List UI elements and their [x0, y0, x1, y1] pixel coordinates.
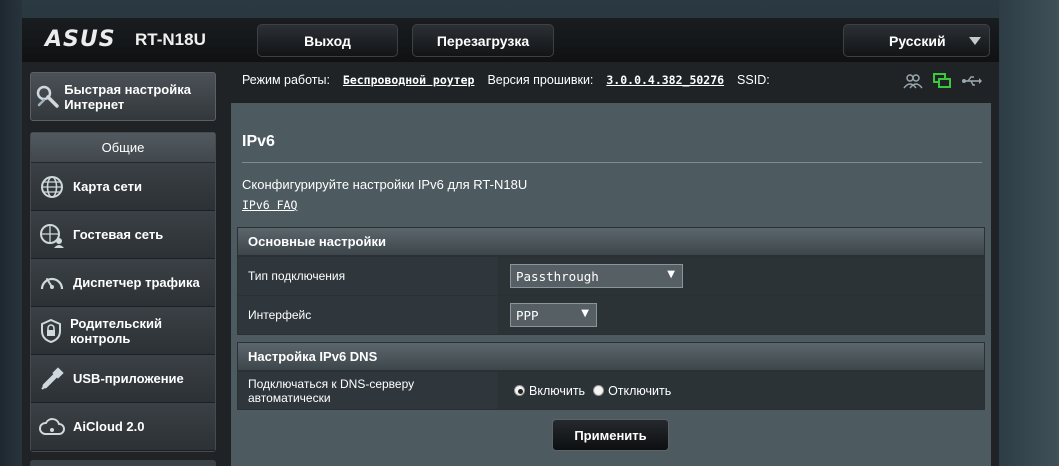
sidebar-item-parental-control[interactable]: Родительский контроль [31, 307, 215, 355]
section-header: Основные настройки [238, 228, 984, 256]
dropdown-arrow-icon: ▼ [581, 308, 589, 319]
interface-select[interactable]: PPP ▼ [510, 303, 597, 327]
dns-enable-label: Включить [529, 383, 586, 398]
sidebar-item-label: USB-приложение [73, 371, 184, 386]
sidebar-item-label: AiCloud 2.0 [73, 419, 145, 434]
language-select[interactable]: Русский [843, 24, 990, 57]
status-icons [903, 72, 983, 95]
interface-row: Интерфейс PPP ▼ [238, 295, 984, 334]
clients-icon[interactable] [903, 72, 923, 95]
sidebar-item-label: Гостевая сеть [73, 227, 164, 242]
ssid-label: SSID: [737, 73, 770, 87]
connection-type-value: Passthrough [516, 268, 599, 284]
dns-auto-row: Подключаться к DNS-серверу автоматически… [238, 371, 984, 409]
mode-label: Режим работы: [242, 73, 330, 87]
connection-type-select[interactable]: Passthrough ▼ [510, 264, 683, 288]
title-divider [242, 162, 982, 163]
page-description: Сконфигурируйте настройки IPv6 для RT-N1… [242, 177, 528, 192]
guest-network-icon [31, 222, 73, 248]
model-name: RT-N18U [135, 30, 206, 49]
sidebar-item-label: Карта сети [73, 179, 142, 194]
quick-setup-button[interactable]: Быстрая настройка Интернет [30, 72, 216, 121]
dns-settings-section: Настройка IPv6 DNS Подключаться к DNS-се… [237, 342, 985, 410]
apply-button[interactable]: Применить [552, 419, 669, 451]
basic-settings-section: Основные настройки Тип подключения Passt… [237, 227, 985, 335]
sidebar-item-traffic-manager[interactable]: Диспетчер трафика [31, 259, 215, 307]
dns-auto-label: Подключаться к DNS-серверу автоматически [238, 372, 499, 409]
mode-link[interactable]: Беспроводной роутер [343, 73, 475, 87]
sidebar-item-label: Диспетчер трафика [73, 275, 200, 290]
chevron-down-icon [969, 37, 981, 45]
usb-status-icon[interactable] [961, 72, 983, 95]
parental-lock-icon [31, 318, 70, 344]
sidebar-menu: Общие Карта сети Гостевая сеть Диспетчер… [30, 132, 216, 452]
status-bar: Режим работы: Беспроводной роутер Версия… [242, 73, 770, 87]
dropdown-arrow-icon: ▼ [667, 269, 675, 280]
sidebar-item-network-map[interactable]: Карта сети [31, 163, 215, 211]
dns-enable-radio[interactable] [514, 385, 525, 396]
sidebar-next-section [30, 460, 216, 466]
dns-disable-radio[interactable] [593, 385, 605, 396]
sidebar-item-usb-application[interactable]: USB-приложение [31, 355, 215, 403]
connection-type-label: Тип подключения [238, 257, 499, 295]
reboot-button[interactable]: Перезагрузка [412, 24, 554, 57]
cloud-icon [31, 415, 73, 439]
globe-network-icon [31, 174, 73, 200]
sidebar-item-label: Родительский контроль [70, 315, 162, 346]
sidebar-section-title: Общие [31, 133, 215, 163]
quick-setup-label: Быстрая настройка Интернет [64, 81, 191, 112]
firmware-link[interactable]: 3.0.0.4.382_50276 [606, 73, 724, 87]
background-left [0, 0, 22, 466]
dns-disable-label: Отключить [608, 383, 672, 398]
firmware-label: Версия прошивки: [487, 73, 594, 87]
language-label: Русский [889, 32, 946, 49]
logout-button[interactable]: Выход [257, 24, 398, 57]
brand-logo: ASUS [45, 27, 116, 52]
ipv6-faq-link[interactable]: IPv6 FAQ [242, 198, 297, 212]
interface-label: Интерфейс [238, 296, 499, 334]
background-right [999, 0, 1059, 466]
sidebar-item-aicloud[interactable]: AiCloud 2.0 [31, 403, 215, 451]
wrench-icon [31, 84, 64, 110]
section-header: Настройка IPv6 DNS [238, 343, 984, 371]
connection-type-row: Тип подключения Passthrough ▼ [238, 256, 984, 295]
speedometer-icon [31, 270, 73, 296]
sidebar-item-guest-network[interactable]: Гостевая сеть [31, 211, 215, 259]
internet-status-icon[interactable] [932, 72, 952, 95]
interface-value: PPP [516, 307, 539, 323]
usb-icon [31, 366, 73, 392]
page-title: IPv6 [242, 133, 275, 150]
